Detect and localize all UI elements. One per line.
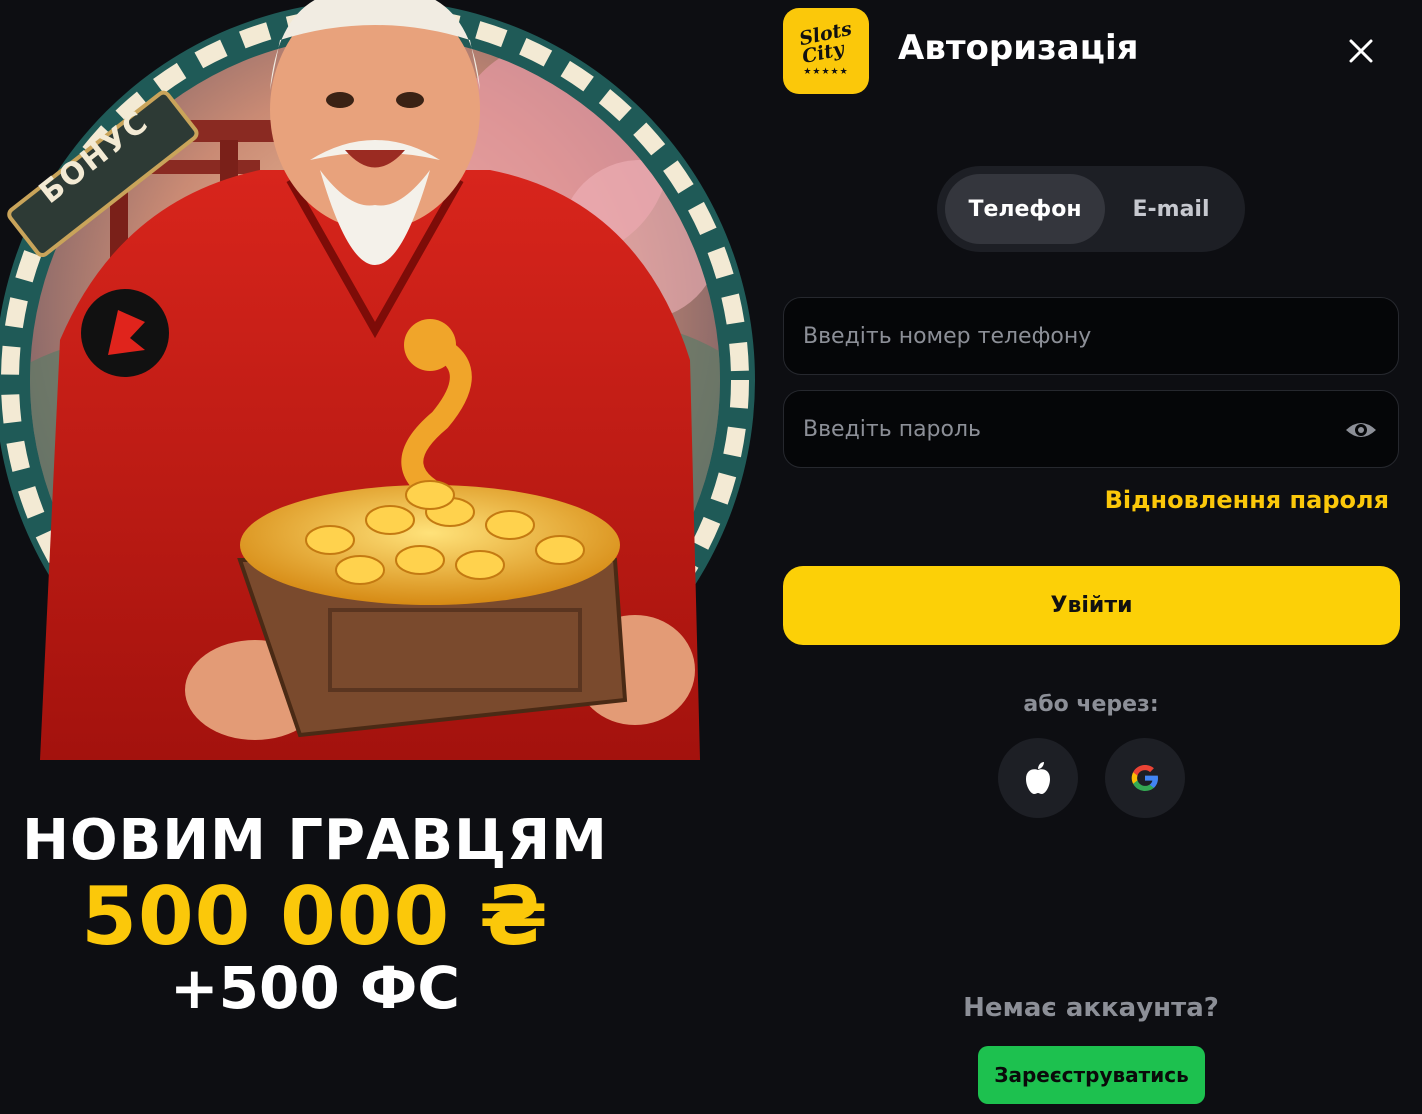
login-method-tabs: Телефон E-mail [937,166,1245,252]
promo-headline: НОВИМ ГРАВЦЯМ [22,808,608,873]
or-via-label: або через: [1023,692,1159,717]
apple-login-button[interactable] [998,738,1078,818]
phone-input[interactable] [784,298,1398,374]
no-account-label: Немає аккаунта? [963,993,1219,1023]
close-icon [1349,39,1373,63]
google-login-button[interactable] [1105,738,1185,818]
login-button[interactable]: Увійти [783,566,1400,645]
tab-phone[interactable]: Телефон [945,174,1105,244]
forgot-password-link[interactable]: Відновлення пароля [1105,486,1389,514]
brand-logo: Slots City ★★★★★ [783,8,869,94]
page-title: Авторизація [898,28,1139,68]
tab-email[interactable]: E-mail [1105,174,1237,244]
eye-icon [1346,423,1376,437]
password-field-wrapper [783,390,1399,468]
promo-freespins: +500 ФС [170,954,460,1022]
auth-panel: Slots City ★★★★★ Авторизація Телефон E-m… [760,0,1422,1114]
password-input[interactable] [784,391,1398,467]
promo-banner: БОНУС НОВИМ ГРАВЦЯМ 500 000 ₴ +500 ФС [0,0,760,1114]
apple-icon [1026,762,1050,794]
phone-field-wrapper [783,297,1399,375]
promo-illustration: БОНУС [0,0,760,800]
logo-stars: ★★★★★ [803,67,849,77]
register-button[interactable]: Зареєструватись [978,1046,1205,1104]
google-icon [1131,765,1158,791]
close-button[interactable] [1344,34,1378,68]
promo-amount: 500 000 ₴ [81,870,549,963]
show-password-button[interactable] [1344,415,1378,445]
